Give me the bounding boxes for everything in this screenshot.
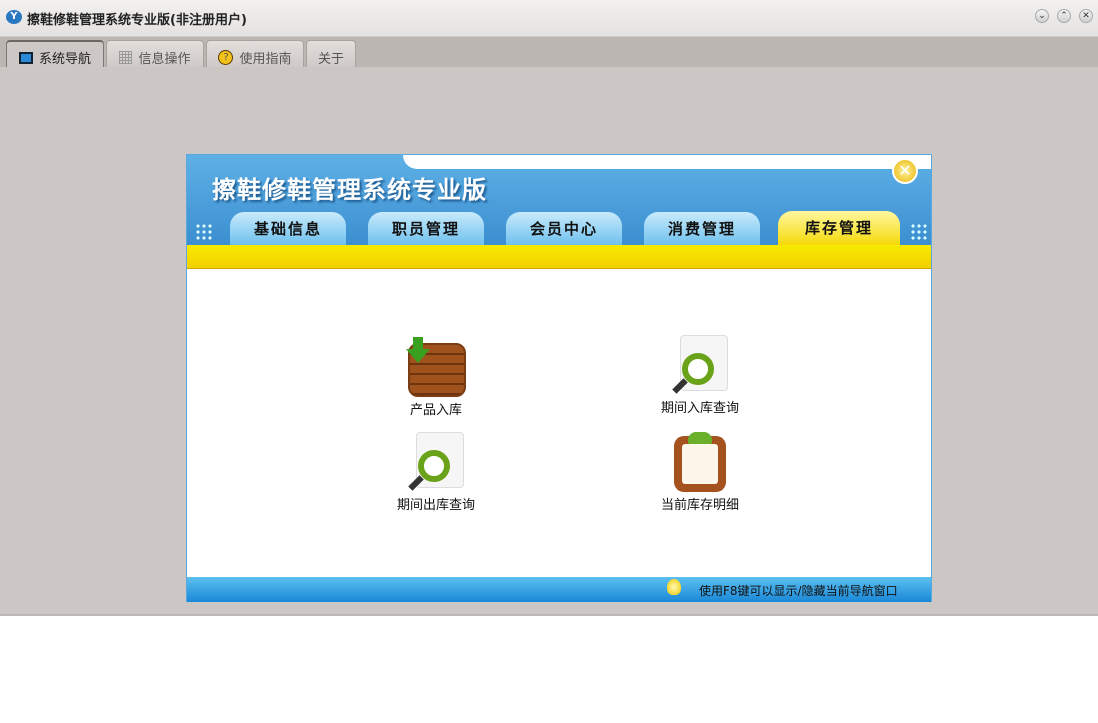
close-button[interactable]: ✕ xyxy=(1079,9,1093,23)
nav-inventory[interactable]: 库存管理 xyxy=(778,211,900,247)
item-product-inbound[interactable]: 产品入库 xyxy=(376,337,496,418)
document-search-icon xyxy=(406,432,466,492)
dots-decoration xyxy=(195,223,213,241)
tab-info-ops[interactable]: 信息操作 xyxy=(106,40,204,67)
document-search-icon xyxy=(670,335,730,395)
dots-decoration xyxy=(910,223,928,241)
item-current-stock[interactable]: 当前库存明细 xyxy=(640,432,760,513)
nav-members[interactable]: 会员中心 xyxy=(506,212,622,245)
minimize-button[interactable]: ⌄ xyxy=(1035,9,1049,23)
yellow-band xyxy=(187,245,931,269)
nav-staff[interactable]: 职员管理 xyxy=(368,212,484,245)
tab-user-guide[interactable]: ? 使用指南 xyxy=(206,40,304,67)
navigation-panel: 擦鞋修鞋管理系统专业版 ✕ 基础信息 职员管理 会员中心 消费管理 库存管理 产… xyxy=(186,154,932,602)
title-bar: Y 擦鞋修鞋管理系统专业版(非注册用户) ⌄ ⌃ ✕ xyxy=(0,0,1098,37)
tab-strip: 系统导航 信息操作 ? 使用指南 关于 xyxy=(0,37,1098,67)
panel-header: 擦鞋修鞋管理系统专业版 ✕ 基础信息 职员管理 会员中心 消费管理 库存管理 xyxy=(187,155,931,247)
panel-footer: 使用F8键可以显示/隐藏当前导航窗口 xyxy=(187,577,931,602)
tab-system-nav[interactable]: 系统导航 xyxy=(6,40,104,67)
monitor-icon xyxy=(18,51,33,64)
lightbulb-icon xyxy=(667,579,681,595)
panel-close-button[interactable]: ✕ xyxy=(892,158,918,184)
maximize-button[interactable]: ⌃ xyxy=(1057,9,1071,23)
nav-basic-info[interactable]: 基础信息 xyxy=(230,212,346,245)
nav-consumption[interactable]: 消费管理 xyxy=(644,212,760,245)
crate-download-icon xyxy=(406,337,466,397)
header-decoration xyxy=(403,155,931,169)
item-outbound-query[interactable]: 期间出库查询 xyxy=(376,432,496,513)
tab-about[interactable]: 关于 xyxy=(306,40,356,67)
window-title: 擦鞋修鞋管理系统专业版(非注册用户) xyxy=(27,13,247,28)
app-logo-icon: Y xyxy=(6,10,22,24)
grid-icon xyxy=(119,50,133,64)
item-inbound-query[interactable]: 期间入库查询 xyxy=(640,335,760,416)
clipboard-icon xyxy=(670,432,730,492)
help-icon: ? xyxy=(218,49,234,65)
hint-text: 使用F8键可以显示/隐藏当前导航窗口 xyxy=(699,584,898,598)
panel-title: 擦鞋修鞋管理系统专业版 xyxy=(212,176,487,204)
